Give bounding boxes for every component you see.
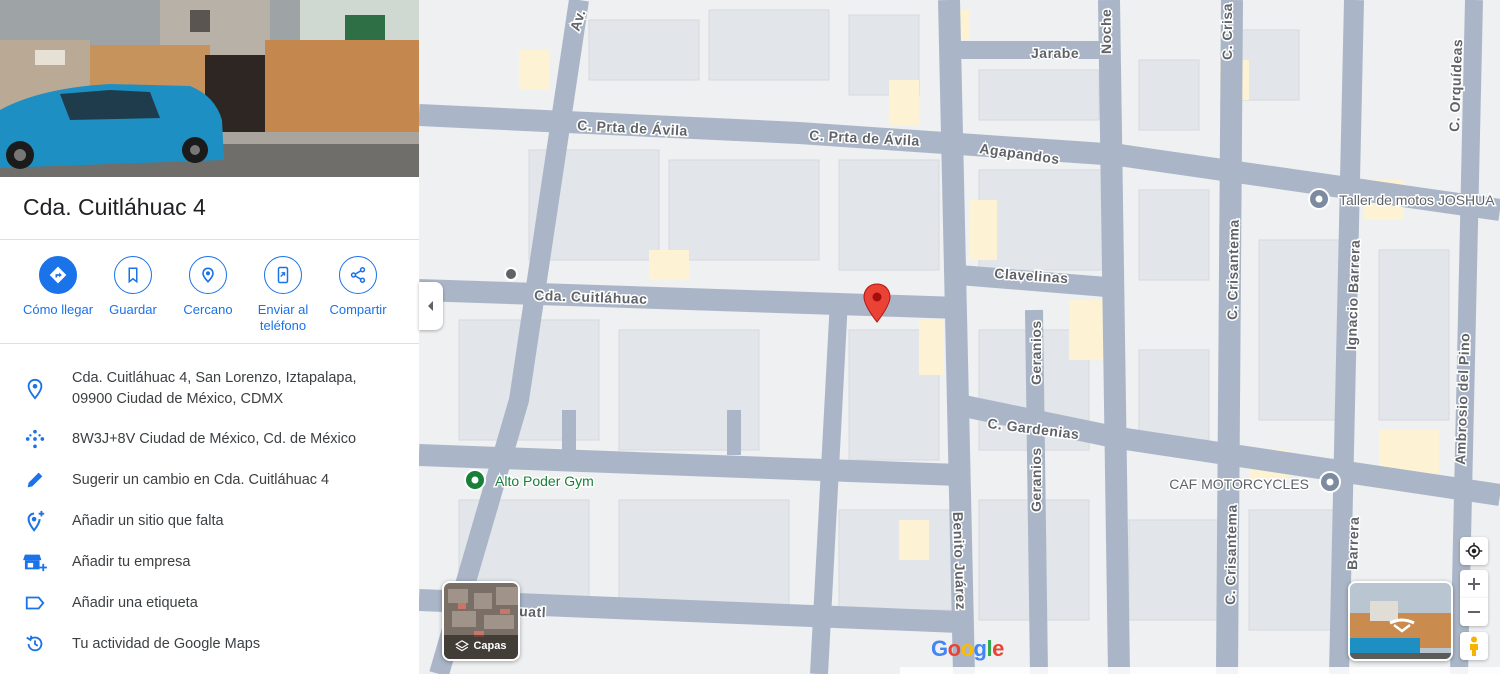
- send-to-phone-icon: [277, 266, 289, 284]
- storefront-add-icon: [22, 549, 48, 575]
- share-button[interactable]: Compartir: [313, 256, 403, 318]
- street-geranios-1: Geranios: [1028, 320, 1044, 385]
- layers-label-wrap: Capas: [444, 639, 518, 653]
- poi-taller-label: Taller de motos JOSHUA: [1339, 192, 1495, 208]
- zoom-in-button[interactable]: [1460, 570, 1488, 598]
- maps-activity-row[interactable]: Tu actividad de Google Maps: [0, 624, 419, 664]
- my-location-button[interactable]: [1460, 537, 1488, 565]
- street-view-photo: [0, 0, 419, 177]
- directions-icon: [49, 266, 67, 284]
- map-canvas[interactable]: Av. Jarabe Noche C. Crisa C. Orquídeas C…: [419, 0, 1500, 674]
- place-photo[interactable]: [0, 0, 419, 177]
- zoom-out-button[interactable]: [1460, 598, 1488, 626]
- layers-icon: [455, 640, 470, 652]
- add-business-text: Añadir tu empresa: [72, 553, 191, 570]
- divider: [0, 343, 419, 344]
- share-label: Compartir: [329, 302, 387, 317]
- map-base: Av. Jarabe Noche C. Crisa C. Orquídeas C…: [419, 0, 1500, 674]
- add-label-row[interactable]: Añadir una etiqueta: [0, 583, 419, 623]
- nearby-circle: [189, 256, 227, 294]
- suggest-edit-text: Sugerir un cambio en Cda. Cuitláhuac 4: [72, 471, 330, 488]
- add-label-text: Añadir una etiqueta: [72, 594, 198, 611]
- plus-icon: [1468, 578, 1480, 590]
- street-crisa-top: C. Crisa: [1219, 3, 1235, 60]
- plus-code-row[interactable]: 8W3J+8V Ciudad de México, Cd. de México: [0, 419, 419, 459]
- place-title: Cda. Cuitláhuac 4: [23, 194, 206, 220]
- street-geranios-2: Geranios: [1028, 447, 1044, 512]
- save-circle: [114, 256, 152, 294]
- location-pin-icon: [22, 376, 48, 402]
- send-to-phone-circle: [264, 256, 302, 294]
- bus-stop-icon[interactable]: [504, 267, 518, 281]
- divider: [0, 239, 419, 240]
- share-circle: [339, 256, 377, 294]
- pencil-icon: [22, 467, 48, 493]
- layers-button[interactable]: Capas: [442, 581, 520, 661]
- nearby-icon: [202, 267, 214, 283]
- address-row[interactable]: Cda. Cuitláhuac 4, San Lorenzo, Iztapala…: [0, 368, 419, 410]
- street-jarabe: Jarabe: [1031, 45, 1079, 61]
- history-icon: [22, 631, 48, 657]
- add-business-row[interactable]: Añadir tu empresa: [0, 542, 419, 582]
- attribution-bar: [900, 667, 1500, 674]
- street-noche: Noche: [1098, 9, 1114, 54]
- chevron-left-icon: [428, 301, 433, 311]
- street-barrera-2: Barrera: [1344, 516, 1362, 570]
- minus-icon: [1468, 611, 1480, 613]
- add-missing-place-row[interactable]: Añadir un sitio que falta: [0, 501, 419, 541]
- street-uatl: uatl: [519, 603, 547, 620]
- crosshair-icon: [1465, 542, 1483, 560]
- suggest-edit-row[interactable]: Sugerir un cambio en Cda. Cuitláhuac 4: [0, 460, 419, 500]
- plus-code-icon: [22, 426, 48, 452]
- directions-circle: [39, 256, 77, 294]
- pegman-button[interactable]: [1460, 632, 1488, 660]
- street-crisantema-1: C. Crisantema: [1224, 219, 1242, 320]
- pegman-icon: [1470, 636, 1478, 656]
- address-text: Cda. Cuitláhuac 4, San Lorenzo, Iztapala…: [72, 370, 357, 407]
- layers-label: Capas: [473, 640, 507, 652]
- bookmark-icon: [128, 267, 138, 284]
- google-logo: Google: [931, 636, 1004, 661]
- street-view-preview: [1350, 583, 1451, 659]
- maps-activity-text: Tu actividad de Google Maps: [72, 635, 261, 652]
- add-missing-place-text: Añadir un sitio que falta: [72, 512, 224, 529]
- poi-gym-label: Alto Poder Gym: [495, 473, 594, 489]
- add-location-icon: [22, 508, 48, 534]
- street-view-thumbnail[interactable]: [1348, 581, 1453, 661]
- plus-code-text: 8W3J+8V Ciudad de México, Cd. de México: [72, 430, 357, 447]
- street-crisantema-2: C. Crisantema: [1222, 504, 1240, 605]
- poi-caf-label: CAF MOTORCYCLES: [1169, 476, 1309, 492]
- street-orquideas: C. Orquídeas: [1446, 38, 1465, 132]
- label-tag-icon: [22, 590, 48, 616]
- action-bar: Cómo llegar Guardar Cercano Enviar al te…: [0, 256, 419, 336]
- collapse-panel-button[interactable]: [419, 282, 443, 330]
- place-panel: Cda. Cuitláhuac 4 Cómo llegar Guardar Ce…: [0, 0, 419, 674]
- share-icon: [350, 267, 366, 283]
